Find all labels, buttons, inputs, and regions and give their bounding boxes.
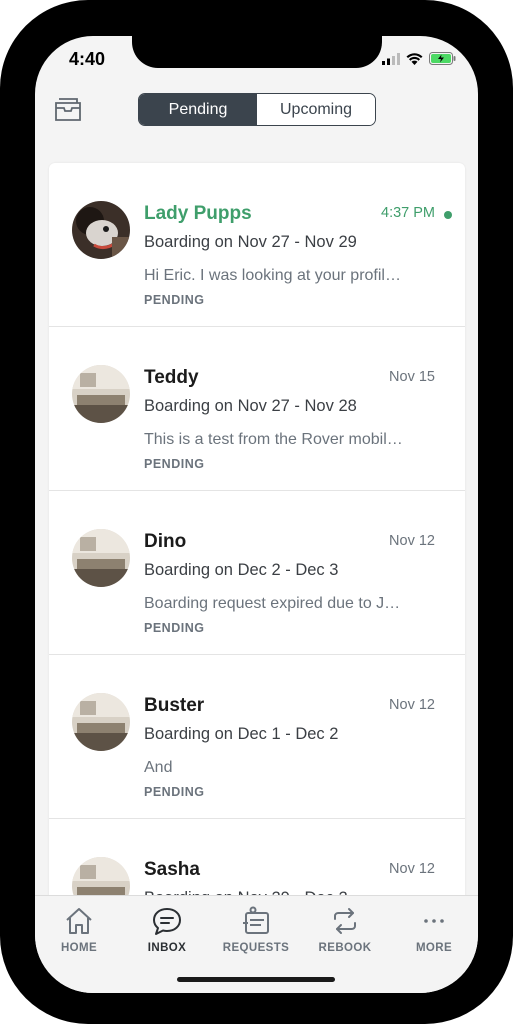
- volume-up-button: [0, 215, 4, 285]
- message-time: Nov 12: [389, 697, 435, 713]
- contact-name: Lady Pupps: [144, 203, 252, 224]
- booking-dates: Boarding on Dec 2 - Dec 3: [144, 561, 339, 579]
- status-icons: [382, 52, 456, 65]
- tab-label: MORE: [415, 942, 453, 954]
- avatar: [72, 693, 130, 751]
- avatar: [72, 201, 130, 259]
- status-label: PENDING: [144, 621, 205, 635]
- contact-name: Sasha: [144, 859, 200, 880]
- tab-label: REBOOK: [318, 942, 372, 954]
- tab-label: REQUESTS: [222, 942, 290, 954]
- mute-switch: [0, 140, 4, 176]
- message-preview: This is a test from the Rover mobil…: [144, 431, 403, 448]
- more-dots-icon: [424, 919, 444, 923]
- status-segmented-control: Pending Upcoming: [138, 93, 376, 126]
- status-label: PENDING: [144, 293, 205, 307]
- contact-name: Teddy: [144, 367, 199, 388]
- battery-charging-icon: [429, 52, 456, 65]
- avatar: [72, 529, 130, 587]
- message-preview: And: [144, 759, 173, 776]
- tab-label: INBOX: [147, 942, 187, 954]
- segment-pending[interactable]: Pending: [139, 94, 257, 125]
- tab-rebook[interactable]: REBOOK: [301, 904, 389, 954]
- chat-bubble-icon: [153, 908, 181, 935]
- status-label: PENDING: [144, 785, 205, 799]
- archive-inbox-icon[interactable]: [53, 96, 83, 122]
- tab-more[interactable]: MORE: [390, 904, 478, 954]
- conversation-list: Lady Pupps 4:37 PM Boarding on Nov 27 - …: [49, 163, 465, 903]
- home-icon: [66, 908, 92, 934]
- unread-dot: [444, 211, 452, 219]
- wifi-icon: [406, 52, 423, 65]
- tab-label: HOME: [60, 942, 98, 954]
- rebook-icon: [334, 908, 356, 934]
- conversation-row[interactable]: Dino Nov 12 Boarding on Dec 2 - Dec 3 Bo…: [49, 491, 465, 655]
- message-time: Nov 12: [389, 533, 435, 549]
- message-preview: Hi Eric. I was looking at your profil…: [144, 267, 401, 284]
- notch: [132, 36, 382, 68]
- booking-dates: Boarding on Nov 27 - Nov 29: [144, 233, 357, 251]
- requests-icon: [243, 906, 269, 934]
- booking-dates: Boarding on Nov 27 - Nov 28: [144, 397, 357, 415]
- avatar: [72, 365, 130, 423]
- contact-name: Buster: [144, 695, 205, 716]
- segment-upcoming[interactable]: Upcoming: [257, 94, 375, 125]
- conversation-row[interactable]: Teddy Nov 15 Boarding on Nov 27 - Nov 28…: [49, 327, 465, 491]
- phone-frame: 4:40 Pending Upcoming Lady Pupps 4:37 PM…: [0, 0, 513, 1024]
- tab-inbox[interactable]: INBOX: [123, 904, 211, 954]
- booking-dates: Boarding on Dec 1 - Dec 2: [144, 725, 339, 743]
- message-time: Nov 15: [389, 369, 435, 385]
- status-label: PENDING: [144, 457, 205, 471]
- cellular-signal-icon: [382, 52, 400, 65]
- volume-down-button: [0, 305, 4, 375]
- power-button: [509, 240, 513, 350]
- conversation-row[interactable]: Buster Nov 12 Boarding on Dec 1 - Dec 2 …: [49, 655, 465, 819]
- tab-requests[interactable]: REQUESTS: [212, 904, 300, 954]
- home-indicator[interactable]: [177, 977, 335, 982]
- conversation-row[interactable]: Lady Pupps 4:37 PM Boarding on Nov 27 - …: [49, 163, 465, 327]
- screen: 4:40 Pending Upcoming Lady Pupps 4:37 PM…: [35, 36, 478, 993]
- message-time: 4:37 PM: [381, 205, 435, 221]
- conversation-row[interactable]: Sasha Nov 12 Boarding on Nov 29 - Dec 2: [49, 819, 465, 903]
- message-preview: Boarding request expired due to J…: [144, 595, 401, 612]
- contact-name: Dino: [144, 531, 187, 552]
- status-time: 4:40: [69, 49, 106, 69]
- tab-home[interactable]: HOME: [35, 904, 123, 954]
- message-time: Nov 12: [389, 861, 435, 877]
